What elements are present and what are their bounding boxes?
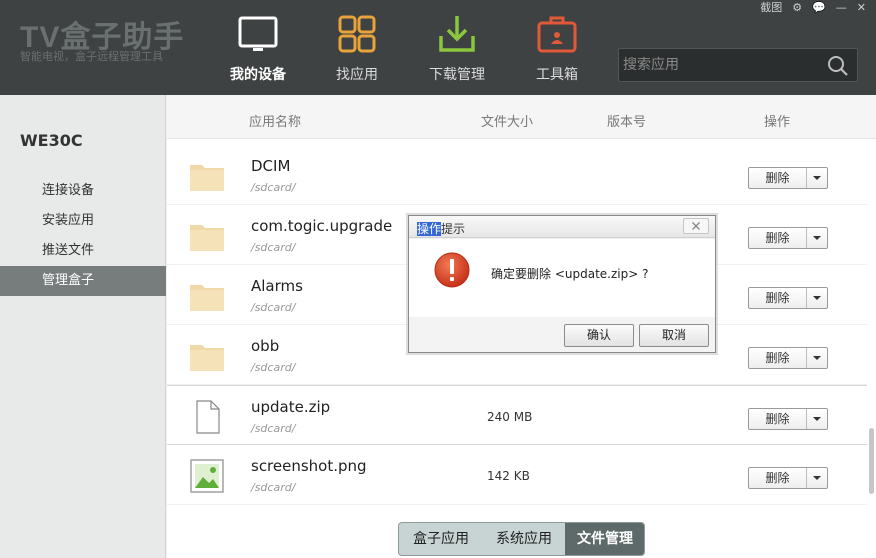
folder-icon xyxy=(190,345,224,371)
chevron-down-icon[interactable] xyxy=(807,348,827,368)
window-controls: 截图 ⚙ 💬 — ✕ xyxy=(750,0,866,15)
sidebar-item-install-app[interactable]: 安装应用 xyxy=(0,206,166,236)
file-path: /sdcard/ xyxy=(251,181,296,194)
delete-button[interactable]: 删除 xyxy=(748,167,828,189)
bottom-tab-bar: 盒子应用 系统应用 文件管理 xyxy=(398,522,645,556)
warning-icon xyxy=(434,252,470,288)
file-name: obb xyxy=(251,337,280,355)
monitor-icon xyxy=(238,16,278,51)
column-version: 版本号 xyxy=(607,115,647,130)
file-name: update.zip xyxy=(251,398,331,416)
folder-icon xyxy=(190,225,224,251)
scrollbar[interactable] xyxy=(869,428,874,494)
file-name: Alarms xyxy=(251,277,303,295)
nav-toolbox[interactable]: 工具箱 xyxy=(512,0,602,95)
delete-label[interactable]: 删除 xyxy=(749,288,807,308)
sidebar-item-push-file[interactable]: 推送文件 xyxy=(0,236,166,266)
close-icon[interactable] xyxy=(683,218,709,234)
nav-label: 下载管理 xyxy=(429,67,485,83)
dialog-title-selected: 操作 xyxy=(417,222,442,236)
tab-box-apps[interactable]: 盒子应用 xyxy=(399,523,483,555)
dialog-title-rest: 提示 xyxy=(441,222,466,236)
file-path: /sdcard/ xyxy=(251,241,296,254)
chevron-down-icon[interactable] xyxy=(807,288,827,308)
confirm-button[interactable]: 确认 xyxy=(564,324,634,347)
minimize-button[interactable]: — xyxy=(836,1,847,14)
search-input[interactable] xyxy=(623,53,819,77)
delete-label[interactable]: 删除 xyxy=(749,409,807,429)
dialog-body: 确定要删除 <update.zip> ? xyxy=(409,239,715,317)
dialog-title: 操作提示 xyxy=(417,220,465,237)
delete-button[interactable]: 删除 xyxy=(748,227,828,249)
file-path: /sdcard/ xyxy=(251,481,296,494)
gear-icon[interactable]: ⚙ xyxy=(792,1,802,14)
file-path: /sdcard/ xyxy=(251,422,296,435)
delete-label[interactable]: 删除 xyxy=(749,348,807,368)
nav-find-apps[interactable]: 找应用 xyxy=(312,0,402,95)
chat-icon[interactable]: 💬 xyxy=(812,1,826,14)
column-name: 应用名称 xyxy=(249,115,302,130)
file-path: /sdcard/ xyxy=(251,301,296,314)
folder-icon xyxy=(190,165,224,191)
grid-icon xyxy=(338,15,376,53)
close-button[interactable]: ✕ xyxy=(857,1,866,14)
delete-label[interactable]: 删除 xyxy=(749,228,807,248)
file-name: DCIM xyxy=(251,157,291,175)
search-box xyxy=(618,48,858,82)
toolbox-icon xyxy=(537,16,577,53)
tab-system-apps[interactable]: 系统应用 xyxy=(483,523,565,555)
screenshot-link[interactable]: 截图 xyxy=(760,0,782,15)
table-header: 应用名称 文件大小 版本号 操作 xyxy=(167,95,876,139)
folder-icon xyxy=(190,285,224,311)
file-path: /sdcard/ xyxy=(251,361,296,374)
column-action: 操作 xyxy=(764,115,791,130)
file-name: screenshot.png xyxy=(251,457,367,475)
file-icon xyxy=(196,400,220,434)
nav-download-manager[interactable]: 下载管理 xyxy=(412,0,502,95)
device-name: WE30C xyxy=(20,131,83,150)
delete-button[interactable]: 删除 xyxy=(748,287,828,309)
sidebar: WE30C 连接设备 安装应用 推送文件 管理盒子 xyxy=(0,95,166,558)
app-header: TV盒子助手 智能电视，盒子远程管理工具 我的设备 找应用 下载管理 工具箱 截… xyxy=(0,0,876,95)
sidebar-item-manage-box[interactable]: 管理盒子 xyxy=(0,266,166,296)
column-size: 文件大小 xyxy=(481,115,534,130)
file-size: 142 KB xyxy=(487,469,530,483)
chevron-down-icon[interactable] xyxy=(807,168,827,188)
nav-label: 工具箱 xyxy=(536,67,578,83)
nav-my-devices[interactable]: 我的设备 xyxy=(213,0,303,95)
nav-label: 找应用 xyxy=(336,67,378,83)
chevron-down-icon[interactable] xyxy=(807,409,827,429)
dialog-message: 确定要删除 <update.zip> ? xyxy=(491,267,649,281)
chevron-down-icon[interactable] xyxy=(807,228,827,248)
table-row[interactable]: screenshot.png /sdcard/ 142 KB 删除 xyxy=(167,445,867,505)
file-name: com.togic.upgrade xyxy=(251,217,393,235)
delete-button[interactable]: 删除 xyxy=(748,467,828,489)
download-icon xyxy=(439,16,475,52)
sidebar-item-connect-device[interactable]: 连接设备 xyxy=(0,176,166,206)
dialog-title-bar: 操作提示 xyxy=(409,216,715,238)
delete-label[interactable]: 删除 xyxy=(749,468,807,488)
chevron-down-icon[interactable] xyxy=(807,468,827,488)
file-size: 240 MB xyxy=(487,410,533,424)
delete-label[interactable]: 删除 xyxy=(749,168,807,188)
tab-file-manager[interactable]: 文件管理 xyxy=(565,523,644,555)
table-row-selected[interactable]: update.zip /sdcard/ 240 MB 删除 xyxy=(167,385,867,445)
image-icon xyxy=(190,459,224,493)
confirm-dialog: 操作提示 确定要删除 <update.zip> ? 确认 取消 xyxy=(408,215,716,353)
delete-button[interactable]: 删除 xyxy=(748,408,828,430)
delete-button[interactable]: 删除 xyxy=(748,347,828,369)
app-logo-subtitle: 智能电视，盒子远程管理工具 xyxy=(20,50,163,63)
cancel-button[interactable]: 取消 xyxy=(639,324,709,347)
search-icon[interactable] xyxy=(827,55,849,77)
table-row[interactable]: DCIM /sdcard/ 删除 xyxy=(167,145,867,205)
nav-label: 我的设备 xyxy=(230,67,286,83)
